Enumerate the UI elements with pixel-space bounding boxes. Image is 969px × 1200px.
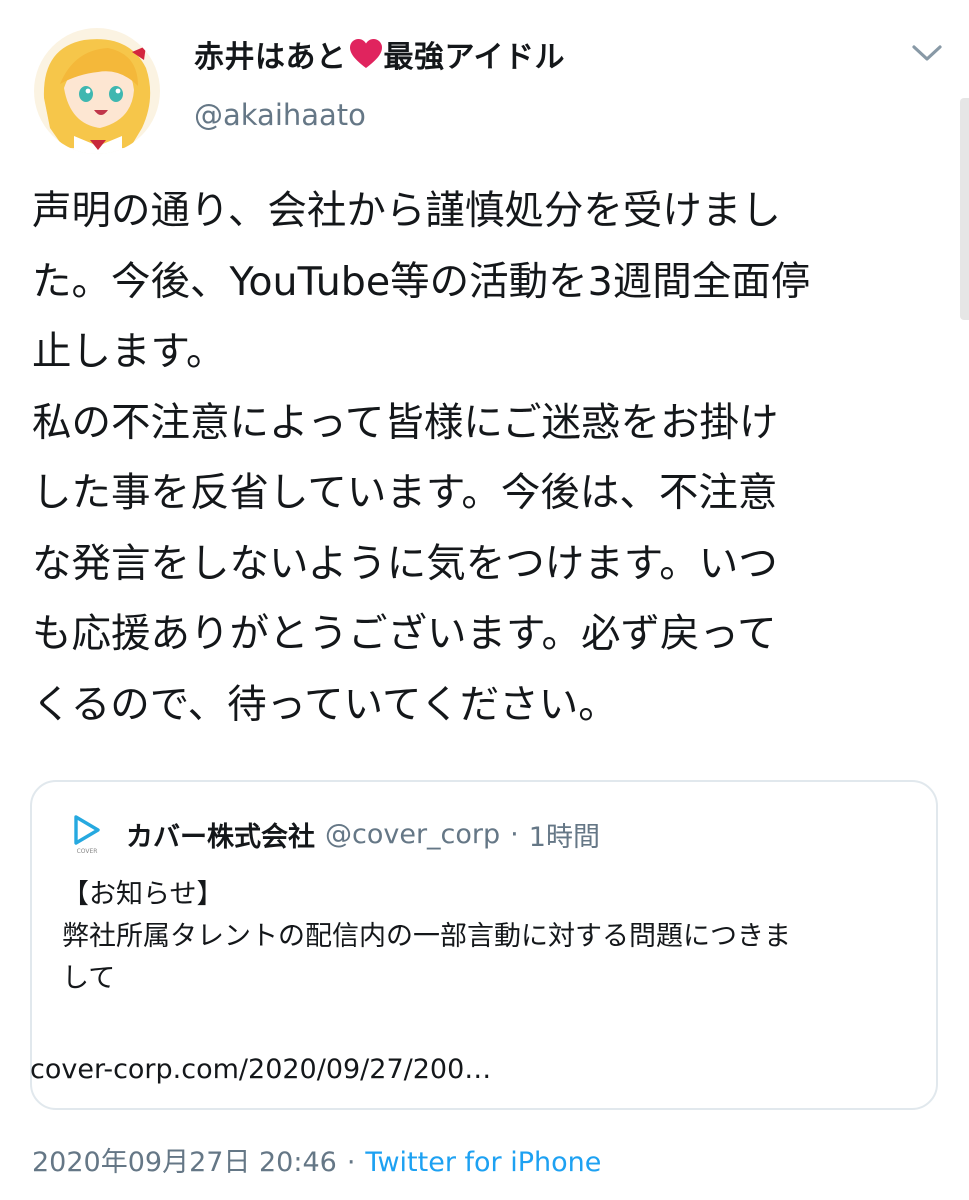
tweet-source-link[interactable]: Twitter for iPhone [365, 1147, 601, 1178]
quoted-separator: · [510, 818, 519, 850]
quoted-author-handle: @cover_corp [325, 818, 501, 850]
tweet-text-line: も応援ありがとうございます。必ず戻って [32, 611, 777, 657]
display-name[interactable]: 赤井はあと 最強アイドル [194, 34, 565, 75]
quoted-tweet-text: 【お知らせ】 弊社所属タレントの配信内の一部言動に対する問題につきま して [62, 874, 932, 1000]
tweet-timestamp[interactable]: 2020年09月27日 20:46 [32, 1147, 337, 1178]
tweet-text-line: した事を反省しています。今後は、不注意 [32, 470, 778, 516]
cover-logo-icon: COVER [74, 815, 100, 855]
avatar[interactable] [34, 28, 160, 154]
tweet-text-line: くるので、待っていてください。 [32, 681, 618, 728]
tweet-meta: 2020年09月27日 20:46 · Twitter for iPhone [32, 1140, 601, 1179]
tweet-text-line: な発言をしないように気をつけます。いつ [32, 540, 778, 587]
quoted-tweet-header: COVER カバー株式会社 @cover_corp · 1時間 [70, 812, 600, 856]
quoted-text-line: 【お知らせ】 [62, 879, 224, 910]
quoted-text-line: 弊社所属タレントの配信内の一部言動に対する問題につきま [62, 921, 791, 952]
tweet-text-line: 私の不注意によって皆様にご迷惑をお掛け [32, 399, 779, 446]
display-name-part2: 最強アイドル [383, 40, 565, 75]
tweet-text-line: 止します。 [32, 329, 226, 375]
quoted-time: 1時間 [528, 821, 600, 853]
display-name-part1: 赤井はあと [194, 40, 347, 75]
scrollbar-thumb[interactable] [960, 98, 969, 320]
svg-text:COVER: COVER [77, 848, 98, 855]
quoted-link[interactable]: cover-corp.com/2020/09/27/200… [30, 1054, 491, 1085]
tweet-text: 声明の通り、会社から謹慎処分を受けまし た。今後、YouTube等の活動を3週間… [32, 176, 952, 740]
tweet-text-line: 声明の通り、会社から謹慎処分を受けまし [32, 188, 781, 234]
author-handle[interactable]: @akaihaato [194, 98, 366, 132]
quoted-text-line: して [62, 963, 116, 994]
tweet: 赤井はあと 最強アイドル @akaihaato 声明の通り、会社から謹慎処分を受… [0, 0, 969, 1200]
heart-icon [349, 39, 382, 69]
chevron-down-icon[interactable] [908, 40, 946, 66]
tweet-text-line: た。今後、YouTube等の活動を3週間全面停 [32, 258, 811, 305]
meta-separator: · [346, 1147, 356, 1178]
quoted-author-name: カバー株式会社 [126, 821, 315, 853]
